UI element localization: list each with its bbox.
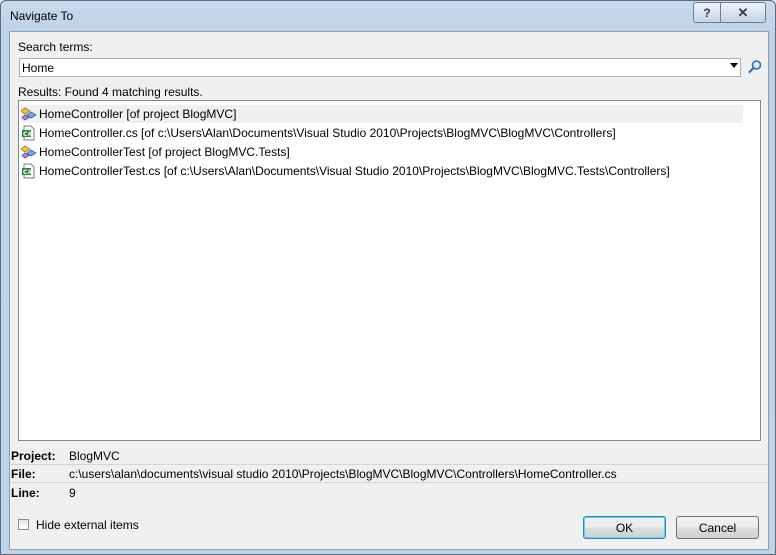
- help-button[interactable]: ?: [693, 2, 721, 23]
- results-list[interactable]: HomeController [of project BlogMVC] C# H…: [18, 100, 761, 441]
- project-label: Project:: [11, 449, 56, 463]
- search-combobox[interactable]: Home: [19, 58, 741, 77]
- close-button[interactable]: ✕: [720, 2, 766, 23]
- line-label: Line:: [11, 486, 40, 500]
- result-text: HomeController.cs [of c:\Users\Alan\Docu…: [39, 126, 616, 140]
- details-divider: [10, 482, 768, 483]
- result-text: HomeController [of project BlogMVC]: [39, 107, 237, 121]
- search-input[interactable]: Home: [22, 61, 54, 75]
- line-value: 9: [69, 486, 76, 500]
- dropdown-arrow-icon[interactable]: [730, 63, 738, 68]
- file-value: c:\users\alan\documents\visual studio 20…: [69, 467, 617, 481]
- navigate-to-dialog: Navigate To ? ✕ Search terms: Home Resul…: [0, 0, 776, 555]
- svg-text:C#: C#: [23, 131, 32, 138]
- cs-file-icon: C#: [22, 125, 35, 141]
- file-label: File:: [11, 467, 36, 481]
- project-value: BlogMVC: [69, 449, 120, 463]
- class-icon: [21, 145, 37, 159]
- cs-file-icon: C#: [22, 163, 35, 179]
- list-item[interactable]: C# HomeControllerTest.cs [of c:\Users\Al…: [21, 162, 670, 180]
- class-icon: [21, 107, 37, 121]
- title-bar[interactable]: Navigate To ? ✕: [1, 1, 775, 31]
- hide-external-checkbox[interactable]: [18, 519, 29, 530]
- results-summary: Results: Found 4 matching results.: [18, 85, 203, 99]
- dialog-client-area: Search terms: Home Results: Found 4 matc…: [9, 31, 769, 550]
- window-title: Navigate To: [10, 9, 74, 23]
- search-terms-label: Search terms:: [18, 40, 93, 54]
- hide-external-label[interactable]: Hide external items: [36, 518, 139, 532]
- ok-button[interactable]: OK: [583, 516, 666, 539]
- result-text: HomeControllerTest.cs [of c:\Users\Alan\…: [39, 164, 670, 178]
- list-item[interactable]: HomeControllerTest [of project BlogMVC.T…: [21, 143, 290, 161]
- list-item[interactable]: HomeController [of project BlogMVC]: [21, 105, 743, 123]
- help-icon: ?: [703, 5, 711, 20]
- details-divider: [10, 464, 768, 465]
- list-item[interactable]: C# HomeController.cs [of c:\Users\Alan\D…: [21, 124, 616, 142]
- svg-text:C#: C#: [23, 169, 32, 176]
- result-text: HomeControllerTest [of project BlogMVC.T…: [39, 145, 290, 159]
- cancel-button[interactable]: Cancel: [676, 516, 759, 539]
- search-icon[interactable]: [747, 59, 763, 75]
- close-icon: ✕: [737, 4, 749, 20]
